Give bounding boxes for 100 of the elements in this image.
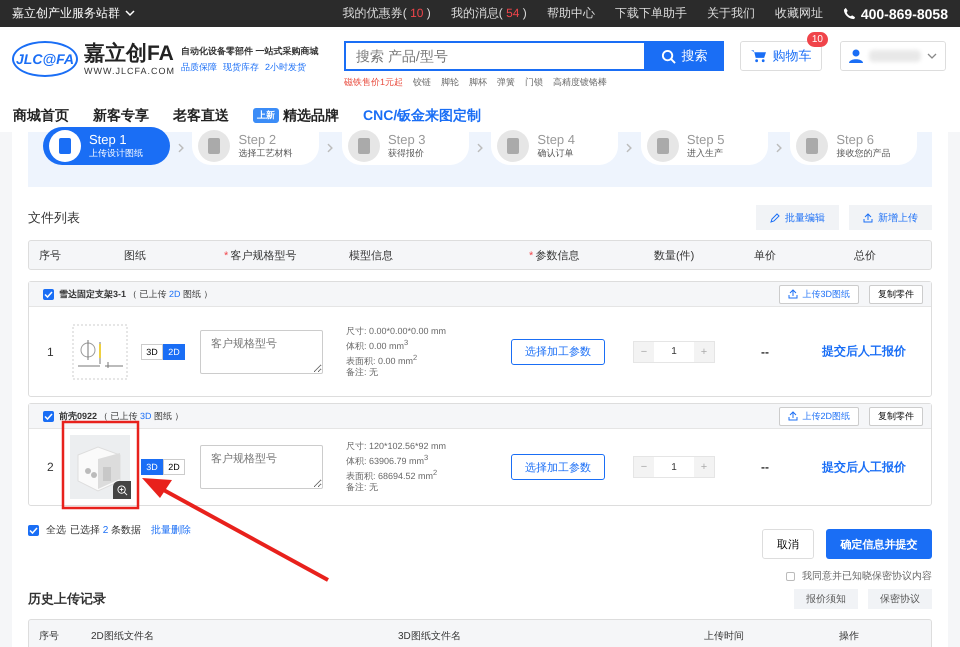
- step-icon: [646, 130, 679, 162]
- model-info-line: 表面积: 0.00 mm$^{2}$: [346, 352, 418, 366]
- spec-field[interactable]: 客户规格型号: [200, 445, 323, 489]
- hot-search-link[interactable]: 脚轮: [441, 76, 460, 89]
- user-menu[interactable]: [840, 41, 946, 71]
- nav-link[interactable]: 上新 精选品牌: [253, 106, 339, 124]
- unit-price: --: [760, 460, 770, 474]
- section-title: 历史上传记录: [28, 590, 106, 608]
- promise-text: 品质保障: [181, 60, 217, 74]
- step-label: 进入生产: [686, 147, 724, 160]
- logo-mark[interactable]: JLC@FA: [12, 41, 78, 77]
- view-toggle[interactable]: 2D: [163, 344, 185, 360]
- step-icon: [348, 130, 380, 162]
- hot-search-link[interactable]: 门锁: [525, 76, 544, 89]
- column-header: 总价: [854, 248, 877, 262]
- model-info-line: 备注: 无: [346, 366, 380, 378]
- total-price-link[interactable]: 提交后人工报价: [822, 458, 906, 476]
- copy-part-button[interactable]: 复制零件: [869, 284, 923, 304]
- chevron-right-icon: [327, 143, 334, 153]
- agree-label: 我同意并已知晓保密协议内容: [802, 570, 932, 583]
- step-icon: [497, 130, 530, 162]
- select-params-button[interactable]: 选择加工参数: [511, 338, 605, 364]
- chevron-right-icon: [178, 143, 184, 153]
- chevron-right-icon: [626, 143, 633, 153]
- row-number: 2: [47, 460, 55, 474]
- nav-link[interactable]: CNC/钣金来图定制: [363, 106, 482, 124]
- upload-note: （ 已上传 3D 图纸 ）: [99, 410, 184, 422]
- checkbox[interactable]: [43, 288, 54, 300]
- column-header: 上传时间: [704, 630, 745, 643]
- nav-link[interactable]: 新客专享: [93, 106, 149, 124]
- top-link[interactable]: 我的优惠券( 10 ): [342, 5, 431, 22]
- sketch-thumbnail-drawing[interactable]: [70, 322, 130, 382]
- step-label: 上传设计图纸: [89, 147, 143, 160]
- step-label: 获得报价: [388, 147, 425, 160]
- site-group-menu[interactable]: 嘉立创产业服务站群: [12, 5, 135, 22]
- required-mark: *: [529, 250, 534, 262]
- view-toggle[interactable]: 3D: [141, 344, 163, 360]
- cart-button[interactable]: 购物车: [740, 41, 822, 71]
- top-link[interactable]: 下载下单助手: [614, 5, 687, 22]
- column-header: 模型信息: [349, 248, 394, 262]
- search-button[interactable]: 搜索: [644, 41, 724, 71]
- total-price-link[interactable]: 提交后人工报价: [822, 343, 906, 360]
- top-link[interactable]: 关于我们: [706, 5, 755, 22]
- column-header: * 客户规格型号: [224, 248, 298, 262]
- quantity-value[interactable]: 1: [654, 457, 694, 477]
- quantity-stepper[interactable]: − 1 +: [633, 340, 715, 362]
- view-toggle[interactable]: 2D: [163, 459, 185, 475]
- quantity-stepper[interactable]: − 1 +: [633, 456, 715, 478]
- cancel-button[interactable]: 取消: [762, 529, 814, 559]
- bulk-delete-link[interactable]: 批量删除: [151, 523, 192, 537]
- upload-button[interactable]: 上传3D图纸: [779, 284, 859, 304]
- required-mark: *: [224, 250, 228, 262]
- action-button[interactable]: 新增上传: [849, 205, 932, 230]
- quantity-value[interactable]: 1: [654, 342, 694, 362]
- model-info-line: 备注: 无: [346, 482, 380, 493]
- step-number: Step 2: [238, 132, 278, 147]
- nav-link[interactable]: 商城首页: [13, 106, 69, 124]
- model-info-line: 表面积: 68694.52 mm$^{2}$: [346, 467, 438, 482]
- view-toggle[interactable]: 3D: [141, 459, 163, 475]
- cart-icon: [750, 49, 766, 63]
- checkbox[interactable]: [43, 410, 54, 422]
- chevron-down-icon: [927, 52, 937, 60]
- cart-count-badge: 10: [806, 32, 828, 47]
- submit-button[interactable]: 确定信息并提交: [826, 529, 932, 559]
- top-link[interactable]: 我的消息( 54 ): [450, 5, 527, 22]
- upload-icon: [863, 212, 873, 222]
- select-params-button[interactable]: 选择加工参数: [511, 454, 605, 480]
- history-button[interactable]: 报价须知: [794, 589, 858, 609]
- search-field[interactable]: 搜索 产品/型号: [344, 41, 644, 71]
- hot-search-link[interactable]: 铰链: [413, 76, 432, 89]
- zoom-in-icon[interactable]: [113, 481, 131, 499]
- top-link[interactable]: 收藏网址: [774, 5, 823, 22]
- column-header: 数量(件): [654, 248, 696, 262]
- domain-text: WWW.JLCFA.COM: [84, 66, 175, 76]
- step-label: 接收您的产品: [836, 147, 890, 160]
- select-all-checkbox[interactable]: [28, 524, 39, 536]
- chevron-down-icon: [125, 10, 135, 17]
- hot-search-link[interactable]: 弹簧: [497, 76, 516, 89]
- upload-button[interactable]: 上传2D图纸: [779, 406, 859, 426]
- unit-price: --: [760, 344, 770, 358]
- nav-link[interactable]: 老客直送: [173, 106, 229, 124]
- search-icon: [660, 48, 676, 64]
- hot-search-link[interactable]: 高精度镀铬棒: [553, 76, 608, 89]
- step-label: 确认订单: [537, 147, 574, 160]
- selection-count: 已选择 2 条数据: [70, 524, 142, 537]
- copy-part-button[interactable]: 复制零件: [869, 406, 923, 426]
- step-number: Step 3: [388, 132, 426, 147]
- part-thumbnail-drawing[interactable]: [70, 435, 130, 499]
- hot-search-link[interactable]: 脚杯: [469, 76, 488, 89]
- model-info-line: 体积: 0.00 mm$^{3}$: [346, 336, 410, 352]
- hot-search-link[interactable]: 磁铁售价1元起: [344, 76, 404, 89]
- slogan: 自动化设备零部件 一站式采购商城: [181, 44, 319, 58]
- top-link[interactable]: 帮助中心: [546, 5, 595, 22]
- step-label: 选择工艺材料: [238, 147, 292, 160]
- history-button[interactable]: 保密协议: [868, 589, 932, 609]
- action-button[interactable]: 批量编辑: [756, 205, 839, 230]
- column-header: 2D图纸文件名: [91, 630, 155, 643]
- spec-field[interactable]: 客户规格型号: [200, 330, 323, 374]
- agree-checkbox[interactable]: [786, 572, 795, 580]
- upload-icon: [788, 289, 798, 299]
